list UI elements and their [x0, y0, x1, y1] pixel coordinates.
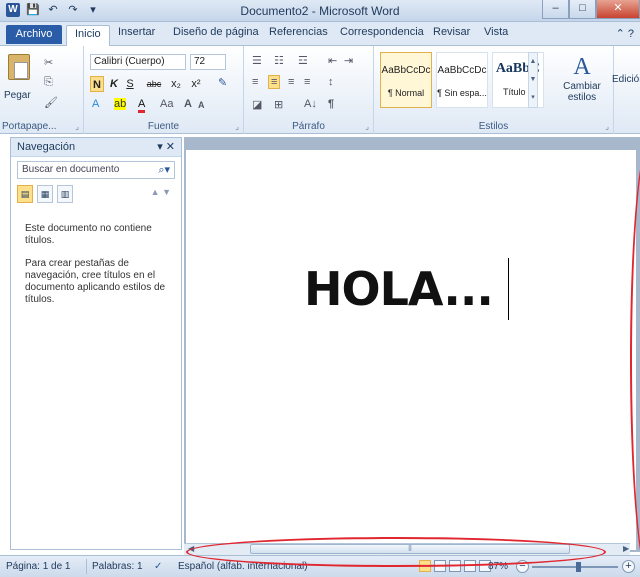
style-sin-espaciado-label: ¶ Sin espa... [437, 88, 487, 98]
text-effects-icon[interactable]: A [92, 98, 99, 110]
borders-icon[interactable]: ⊞ [274, 98, 283, 111]
change-case-button[interactable]: Aa [160, 98, 173, 110]
tab-correspondencia[interactable]: Correspondencia [340, 26, 424, 38]
clipboard-group: Pegar ✂ ⎘ 🖌 Portapape... ⌟ [0, 46, 84, 134]
tab-revisar[interactable]: Revisar [433, 26, 470, 38]
tab-insertar[interactable]: Insertar [118, 26, 155, 38]
search-icon[interactable]: ⌕▾ [158, 163, 170, 177]
change-styles-label: Cambiar estilos [563, 81, 601, 103]
clipboard-group-label: Portapape... [2, 121, 57, 132]
close-button[interactable]: ✕ [596, 0, 640, 19]
numbering-icon[interactable]: ☷ [274, 54, 284, 67]
page-count[interactable]: Página: 1 de 1 [6, 561, 71, 572]
document-text[interactable]: HOLA... [304, 262, 494, 316]
paragraph-group: ☰ ☷ ☲ ⇤ ⇥ ≡ ≡ ≡ ≡ ↕ ◪ ⊞ A↓ ¶ Párrafo ⌟ [244, 46, 374, 134]
minimize-button[interactable]: – [542, 0, 569, 19]
navigation-search-input[interactable]: Buscar en documento ⌕▾ [17, 161, 175, 179]
document-page[interactable] [186, 150, 636, 550]
style-normal-sample: AaBbCcDc [381, 65, 431, 76]
style-normal[interactable]: AaBbCcDc ¶ Normal [380, 52, 432, 108]
align-left-icon[interactable]: ≡ [252, 76, 258, 88]
paste-icon[interactable] [8, 54, 30, 80]
style-normal-label: ¶ Normal [387, 88, 425, 98]
help-icon[interactable]: ⌃ ? [616, 27, 634, 40]
browse-pages-tab-icon[interactable]: ▦ [37, 185, 53, 203]
navigation-title: Navegación [17, 141, 76, 153]
navigation-header: Navegación ▾ ✕ [11, 138, 181, 157]
tab-referencias[interactable]: Referencias [269, 26, 328, 38]
clear-formatting-icon[interactable]: ✎ [218, 76, 227, 89]
italic-button[interactable]: K [108, 76, 120, 92]
grow-font-button[interactable]: A [184, 98, 192, 110]
multilevel-list-icon[interactable]: ☲ [298, 54, 308, 67]
highlight-icon[interactable]: ab [114, 98, 127, 110]
paragraph-launcher-icon[interactable]: ⌟ [365, 122, 369, 131]
change-styles-icon: A [573, 54, 591, 80]
zoom-in-icon[interactable]: + [622, 560, 635, 573]
paste-button[interactable]: Pegar [4, 90, 31, 101]
text-caret [508, 258, 509, 320]
tab-inicio[interactable]: Inicio [66, 25, 110, 47]
align-right-icon[interactable]: ≡ [288, 76, 294, 88]
decrease-indent-icon[interactable]: ⇤ [328, 54, 337, 67]
navigation-prev-next-icon[interactable]: ▲ ▼ [151, 187, 171, 197]
change-styles-button[interactable]: A Cambiar estilos [562, 54, 602, 103]
tab-vista[interactable]: Vista [484, 26, 508, 38]
format-painter-icon[interactable]: 🖌 [44, 96, 58, 109]
bold-button[interactable]: N [90, 76, 104, 92]
sort-icon[interactable]: A↓ [304, 98, 317, 110]
editing-button[interactable]: Edición [612, 74, 640, 85]
scroll-right-icon[interactable]: ▶ [623, 544, 629, 553]
clipboard-launcher-icon[interactable]: ⌟ [75, 122, 79, 131]
navigation-pane: Navegación ▾ ✕ Buscar en documento ⌕▾ ▤ … [10, 137, 182, 550]
underline-button[interactable]: S [124, 76, 136, 92]
navigation-search-placeholder: Buscar en documento [22, 164, 120, 175]
maximize-button[interactable]: □ [569, 0, 596, 19]
annotation-ellipse-scrollbar [186, 537, 606, 567]
show-formatting-icon[interactable]: ¶ [328, 98, 334, 110]
style-sin-espaciado[interactable]: AaBbCcDc ¶ Sin espa... [436, 52, 488, 108]
font-launcher-icon[interactable]: ⌟ [235, 122, 239, 131]
styles-group-label: Estilos [478, 121, 509, 132]
navigation-close-icon[interactable]: ▾ ✕ [157, 140, 175, 153]
tab-diseno-de-pagina[interactable]: Diseño de página [173, 26, 259, 38]
word-count[interactable]: Palabras: 1 [92, 561, 143, 572]
window-controls: – □ ✕ [542, 0, 640, 19]
font-size-select[interactable]: 72 [190, 54, 226, 70]
ribbon: Pegar ✂ ⎘ 🖌 Portapape... ⌟ Calibri (Cuer… [0, 46, 640, 134]
navigation-message-no-headings: Este documento no contiene títulos. [25, 223, 152, 246]
superscript-button[interactable]: x² [188, 76, 204, 92]
justify-icon[interactable]: ≡ [304, 76, 310, 88]
font-group: Calibri (Cuerpo) 72 N K S abc x₂ x² ✎ A … [84, 46, 244, 134]
zoom-slider-thumb[interactable] [575, 562, 581, 572]
bullets-icon[interactable]: ☰ [252, 54, 262, 67]
subscript-button[interactable]: x₂ [168, 76, 184, 92]
navigation-message: Este documento no contiene títulos. Para… [25, 223, 173, 306]
font-name-select[interactable]: Calibri (Cuerpo) [90, 54, 186, 70]
status-divider [86, 559, 87, 574]
styles-launcher-icon[interactable]: ⌟ [605, 122, 609, 131]
line-spacing-icon[interactable]: ↕ [328, 76, 334, 88]
title-bar: W 💾 ↶ ↷ ▾ Documento2 - Microsoft Word – … [0, 0, 640, 22]
style-sin-espaciado-sample: AaBbCcDc [437, 65, 487, 76]
tab-archivo[interactable]: Archivo [6, 25, 62, 44]
increase-indent-icon[interactable]: ⇥ [344, 54, 353, 67]
strikethrough-button[interactable]: abc [144, 76, 164, 92]
navigation-view-tabs: ▤ ▦ ▥ ▲ ▼ [17, 185, 175, 205]
shrink-font-button[interactable]: A [198, 100, 205, 110]
align-center-icon[interactable]: ≡ [268, 75, 281, 89]
ribbon-tabs: Archivo Inicio Insertar Diseño de página… [0, 22, 640, 47]
browse-headings-tab-icon[interactable]: ▤ [17, 185, 33, 203]
copy-icon[interactable]: ⎘ [44, 76, 53, 89]
font-color-icon[interactable]: A [138, 98, 146, 113]
proofing-icon[interactable]: ✓ [154, 561, 162, 572]
paragraph-group-label: Párrafo [292, 121, 325, 132]
cut-icon[interactable]: ✂ [44, 56, 53, 69]
font-group-label: Fuente [147, 121, 180, 132]
styles-gallery-scroll[interactable]: ▲ ▼ ▾ [528, 52, 538, 108]
navigation-message-instructions: Para crear pestañas de navegación, cree … [25, 258, 166, 305]
browse-results-tab-icon[interactable]: ▥ [57, 185, 73, 203]
shading-icon[interactable]: ◪ [252, 98, 262, 111]
